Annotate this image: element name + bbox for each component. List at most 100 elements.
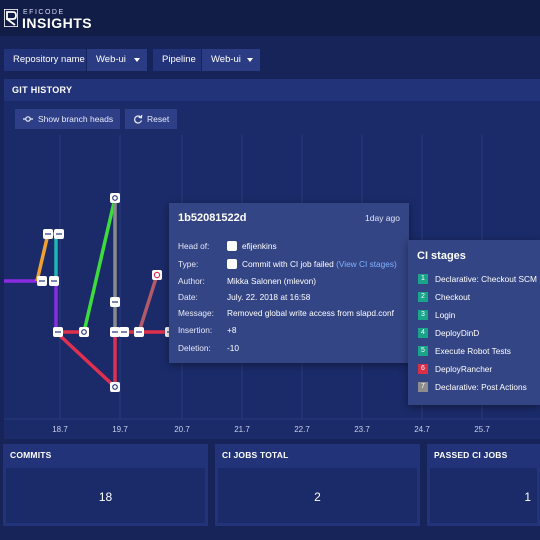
commit-node-box[interactable]	[110, 382, 120, 392]
ci-jobs-total-card: CI JOBS TOTAL 2	[215, 444, 420, 526]
commit-node[interactable]	[49, 276, 59, 286]
commits-value: 18	[98, 490, 113, 504]
chevron-down-icon	[247, 58, 253, 62]
ci-stage-item[interactable]: 4 DeployDinD	[418, 327, 479, 339]
stage-number-badge: 6	[418, 363, 428, 374]
stage-number-badge: 2	[418, 291, 428, 302]
type-text: Commit with CI job failed	[242, 259, 334, 269]
type-value: Commit with CI job failed (View CI stage…	[227, 258, 397, 270]
commit-node[interactable]	[37, 276, 47, 286]
author-value: Mikka Salonen (mlevon)	[227, 276, 316, 286]
pipeline-select[interactable]: Web-ui	[202, 49, 260, 71]
stage-name: Declarative: Post Actions	[435, 382, 527, 392]
commit-node[interactable]	[53, 327, 63, 337]
x-tick-label: 25.7	[474, 425, 490, 434]
stage-name: DeployRancher	[435, 364, 493, 374]
ci-stages-popup: CI stages 1 Declarative: Checkout SCM 2 Ch…	[408, 240, 540, 405]
message-value: Removed global write access from slapd.c…	[227, 308, 394, 318]
x-tick-label: 22.7	[294, 425, 310, 434]
git-history-title: GIT HISTORY	[12, 85, 73, 95]
pipeline-select-value: Web-ui	[211, 54, 241, 65]
branch-line-teal	[48, 232, 58, 281]
x-tick-label: 24.7	[414, 425, 430, 434]
stage-name: DeployDinD	[435, 328, 480, 338]
stage-number-badge: 1	[418, 273, 428, 284]
reset-label: Reset	[147, 114, 170, 124]
ci-jobs-total-value: 2	[314, 490, 321, 504]
repository-select[interactable]: Web-ui	[87, 49, 147, 71]
commit-node-box[interactable]	[110, 193, 120, 203]
commit-age: 1day ago	[365, 213, 400, 223]
branch-line-red	[54, 330, 174, 389]
commit-hash: 1b52081522d	[178, 212, 247, 224]
chevron-down-icon	[134, 58, 140, 62]
commits-title: COMMITS	[10, 450, 52, 460]
passed-ci-jobs-card: PASSED CI JOBS 1	[427, 444, 540, 526]
ci-jobs-total-body: 2	[218, 468, 417, 523]
branch-line-green	[82, 197, 117, 333]
failed-commit-icon	[227, 258, 237, 269]
ci-stage-item[interactable]: 5 Execute Robot Tests	[418, 345, 511, 357]
stage-name: Login	[435, 310, 456, 320]
head-of-value: efijenkins	[227, 240, 277, 252]
commit-node[interactable]	[119, 327, 129, 337]
x-tick-label: 20.7	[174, 425, 190, 434]
commit-tooltip: 1b52081522d 1day ago Head of: efijenkins…	[169, 203, 409, 363]
top-bar: EFICODE INSIGHTS	[0, 0, 540, 36]
pipeline-label: Pipeline	[153, 49, 201, 71]
commit-node[interactable]	[152, 270, 162, 280]
stage-number-badge: 3	[418, 309, 428, 320]
commit-node[interactable]	[43, 229, 53, 239]
author-label: Author:	[178, 276, 205, 286]
stage-name: Declarative: Checkout SCM	[435, 274, 537, 284]
repository-label: Repository name	[4, 49, 86, 71]
eficode-logo-icon	[4, 9, 18, 27]
x-tick-label: 19.7	[112, 425, 128, 434]
repository-select-value: Web-ui	[96, 54, 126, 65]
filter-bar: Repository name Web-ui Pipeline Web-ui	[0, 36, 540, 76]
commit-node[interactable]	[134, 327, 144, 337]
ci-stage-item[interactable]: 6 DeployRancher	[418, 363, 492, 375]
commits-body: 18	[6, 468, 205, 523]
branch-line-orange	[35, 233, 50, 282]
ci-stage-item[interactable]: 2 Checkout	[418, 291, 470, 303]
branch-head-icon	[227, 240, 237, 251]
x-tick-label: 18.7	[52, 425, 68, 434]
commit-node[interactable]	[110, 327, 120, 337]
ci-stages-title: CI stages	[417, 250, 466, 262]
branch-icon	[23, 116, 33, 122]
logo-main-text: INSIGHTS	[22, 15, 93, 31]
commit-node[interactable]	[110, 382, 120, 392]
branch-line-mauve	[137, 274, 159, 333]
ci-stage-item[interactable]: 1 Declarative: Checkout SCM	[418, 273, 537, 285]
ci-stage-item[interactable]: 7 Declarative: Post Actions	[418, 381, 527, 393]
git-history-header: GIT HISTORY	[4, 79, 540, 101]
stage-name: Checkout	[435, 292, 471, 302]
type-label: Type:	[178, 259, 199, 269]
stage-number-badge: 7	[418, 381, 428, 392]
view-ci-stages-link[interactable]: (View CI stages)	[336, 259, 397, 269]
commit-node[interactable]	[54, 229, 64, 239]
head-of-label: Head of:	[178, 241, 210, 251]
commit-node-box[interactable]	[152, 270, 162, 280]
stage-name: Execute Robot Tests	[435, 346, 511, 356]
reset-button[interactable]: Reset	[125, 109, 177, 129]
ci-stage-item[interactable]: 3 Login	[418, 309, 455, 321]
reset-icon	[134, 114, 143, 124]
show-branch-heads-button[interactable]: Show branch heads	[15, 109, 120, 129]
x-tick-label: 21.7	[234, 425, 250, 434]
commit-node[interactable]	[110, 193, 120, 203]
insertion-value: +8	[227, 325, 237, 335]
commit-node-box[interactable]	[79, 327, 89, 337]
ci-jobs-total-title: CI JOBS TOTAL	[222, 450, 289, 460]
commit-node[interactable]	[79, 327, 89, 337]
deletion-label: Deletion:	[178, 343, 211, 353]
commit-node[interactable]	[110, 297, 120, 307]
passed-ci-jobs-title: PASSED CI JOBS	[434, 450, 508, 460]
date-label: Date:	[178, 292, 198, 302]
passed-ci-jobs-value: 1	[524, 490, 531, 504]
message-label: Message:	[178, 308, 214, 318]
date-value: July. 22. 2018 at 16:58	[227, 292, 311, 302]
show-branch-heads-label: Show branch heads	[38, 114, 114, 124]
insertion-label: Insertion:	[178, 325, 213, 335]
